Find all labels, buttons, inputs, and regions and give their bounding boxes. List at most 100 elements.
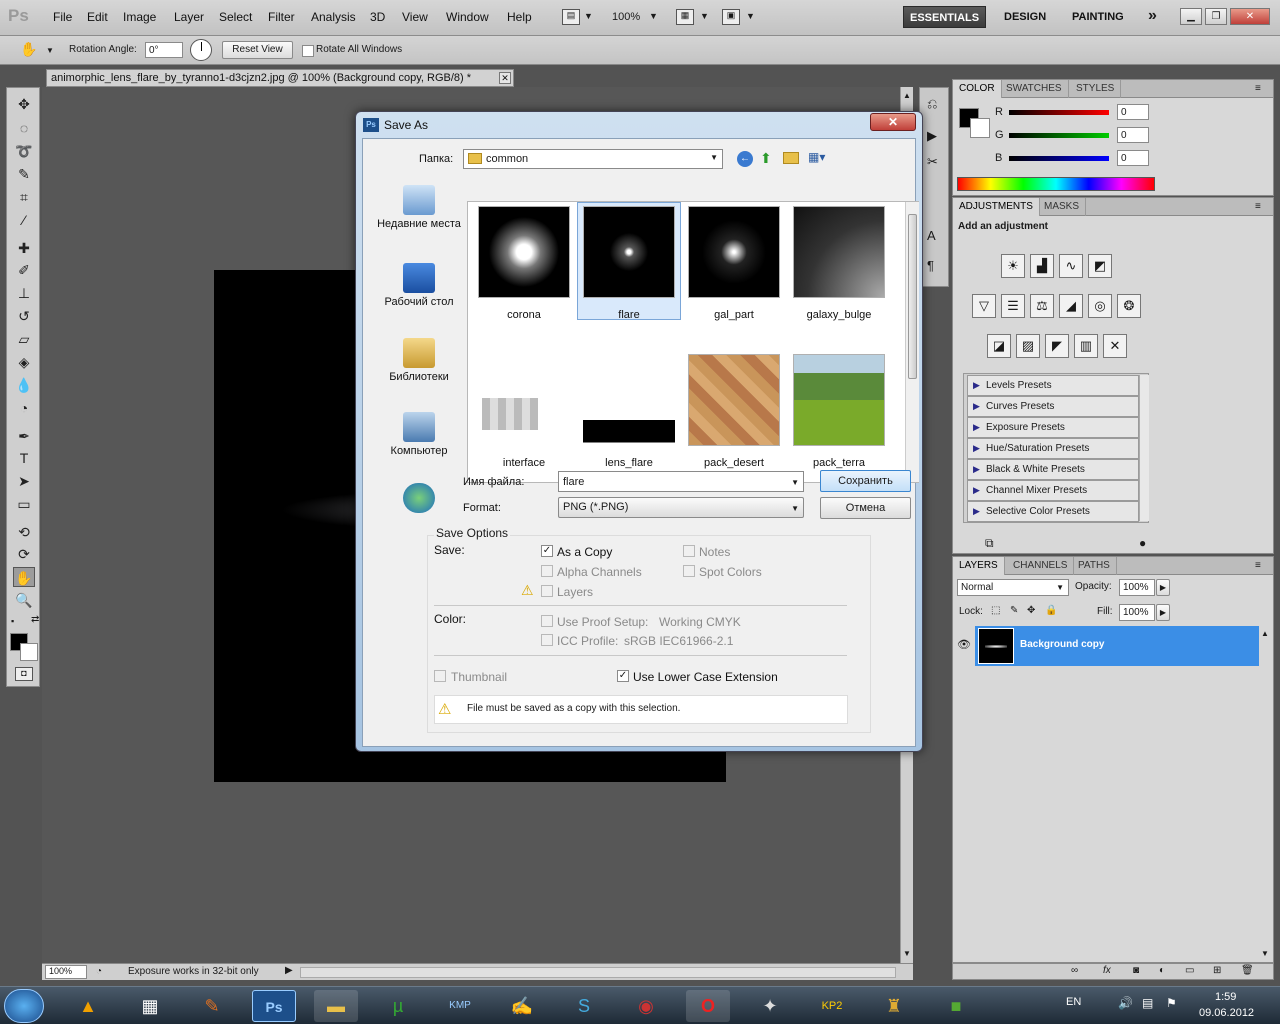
utorrent-icon[interactable]: µ [376,990,420,1022]
move-tool-icon[interactable]: ✥ [13,94,35,114]
arrange-icon[interactable]: ▦ [676,9,694,25]
eyedropper-tool-icon[interactable]: ⁄ [13,210,35,230]
status-zoom[interactable]: 100% [45,965,87,979]
status-info-icon[interactable]: ◔ [96,966,102,977]
more-workspaces-icon[interactable]: » [1148,7,1157,25]
gradient-map-icon[interactable]: ▥ [1074,334,1098,358]
fill-arrow-icon[interactable]: ▶ [1156,604,1170,621]
back-icon[interactable]: ← [737,151,753,167]
hue-saturation-icon[interactable]: ☰ [1001,294,1025,318]
photo-filter-icon[interactable]: ◎ [1088,294,1112,318]
alpha-channels-checkbox[interactable] [541,565,553,577]
thumbnail-checkbox[interactable] [434,670,446,682]
place-desktop[interactable]: Рабочий стол [371,263,467,308]
file-item-selected[interactable]: flare [577,202,681,321]
rotation-angle-input[interactable]: 0° [145,42,183,58]
lock-position-icon[interactable]: ✥ [1027,605,1035,616]
blur-tool-icon[interactable]: 💧 [13,375,35,395]
app2-icon[interactable]: ◉ [624,990,668,1022]
brightness-contrast-icon[interactable]: ☀ [1001,254,1025,278]
default-colors-icon[interactable]: ▪ [11,616,14,626]
type-tool-icon[interactable]: T [13,448,35,468]
menu-layer[interactable]: Layer [174,10,204,24]
lasso-tool-icon[interactable]: ➰ [13,141,35,161]
history-brush-tool-icon[interactable]: ↺ [13,306,35,326]
volume-icon[interactable]: 🔊 [1118,996,1133,1010]
menu-3d[interactable]: 3D [370,10,385,24]
file-item[interactable]: galaxy_bulge [787,206,891,324]
spot-colors-checkbox[interactable] [683,565,695,577]
preset-channel-mixer[interactable]: Channel Mixer Presets [967,480,1139,501]
hand-tool-icon[interactable]: ✋ [13,567,35,587]
character-icon[interactable]: A [927,228,936,243]
up-folder-icon[interactable]: ⬆ [760,150,772,167]
background-color[interactable] [20,643,38,661]
explorer-icon[interactable]: ▬ [314,990,358,1022]
exposure-icon[interactable]: ◩ [1088,254,1112,278]
calculator-icon[interactable]: ▦ [128,990,172,1022]
chevron-down-icon[interactable]: ▼ [746,11,755,21]
reset-view-button[interactable]: Reset View [222,41,293,59]
minimize-icon[interactable]: ▁ [1180,8,1202,25]
panel-menu-icon[interactable]: ≡ [1255,83,1261,94]
rotate-all-checkbox[interactable] [302,45,314,57]
lock-all-icon[interactable]: 🔒 [1045,605,1057,616]
notepad-icon[interactable]: ✍ [500,990,544,1022]
preset-levels[interactable]: Levels Presets [967,375,1139,396]
pen-tool-icon[interactable]: ✒ [13,426,35,446]
zoom-tool-icon[interactable]: 🔍 [13,590,35,610]
game2-icon[interactable]: ♜ [872,990,916,1022]
black-white-icon[interactable]: ◢ [1059,294,1083,318]
screen-mode-icon[interactable]: ▤ [562,9,580,25]
delete-layer-icon[interactable]: 🗑 [1241,965,1254,976]
invert-icon[interactable]: ◪ [987,334,1011,358]
place-computer[interactable]: Компьютер [371,412,467,457]
skype-icon[interactable]: S [562,990,606,1022]
cancel-button[interactable]: Отмена [820,497,911,519]
channel-r-input[interactable]: 0 [1117,104,1149,120]
menu-image[interactable]: Image [123,10,156,24]
brush-tool-icon[interactable]: ✐ [13,260,35,280]
channel-r-slider[interactable] [1009,110,1109,115]
network-tray-icon[interactable]: ▤ [1142,996,1153,1010]
actions-icon[interactable]: ▶ [927,128,937,144]
zoom-level[interactable]: 100% [612,11,640,23]
channel-g-slider[interactable] [1009,133,1109,138]
preset-exposure[interactable]: Exposure Presets [967,417,1139,438]
rotation-dial-icon[interactable] [190,39,212,61]
scroll-up-icon[interactable]: ▲ [1261,629,1269,638]
background-swatch[interactable] [970,118,990,138]
paragraph-icon[interactable]: ¶ [927,258,934,273]
levels-icon[interactable]: ▟ [1030,254,1054,278]
tab-swatches[interactable]: SWATCHES [1000,80,1069,98]
tab-color[interactable]: COLOR [953,80,1002,98]
kmplayer-icon[interactable]: KMP [438,990,482,1022]
tab-layers[interactable]: LAYERS [953,557,1005,575]
channel-mixer-icon[interactable]: ❂ [1117,294,1141,318]
path-select-tool-icon[interactable]: ➤ [13,471,35,491]
panel-menu-icon[interactable]: ≡ [1255,560,1261,571]
as-copy-checkbox[interactable]: ✓ [541,545,553,557]
close-document-icon[interactable]: ✕ [499,72,511,84]
document-tab[interactable]: animorphic_lens_flare_by_tyranno1-d3cjzn… [46,69,514,87]
swap-colors-icon[interactable]: ⇄ [31,614,39,625]
scrollbar-thumb[interactable] [908,214,917,379]
clip-to-layer-icon[interactable]: ⧉ [985,536,994,551]
eraser-tool-icon[interactable]: ▱ [13,329,35,349]
workspace-essentials[interactable]: ESSENTIALS [903,6,987,28]
3d-rotate-tool-icon[interactable]: ⟲ [13,522,35,542]
rotate-view-icon[interactable]: ✋ [20,41,37,58]
layer-row[interactable]: Background copy [975,626,1259,666]
color-balance-icon[interactable]: ⚖ [1030,294,1054,318]
file-item[interactable]: interface [472,354,576,472]
notes-checkbox[interactable] [683,545,695,557]
posterize-icon[interactable]: ▨ [1016,334,1040,358]
channel-g-input[interactable]: 0 [1117,127,1149,143]
view-menu-icon[interactable]: ▦▾ [808,150,825,164]
place-recent[interactable]: Недавние места [371,185,467,230]
filename-input[interactable]: flare ▼ [558,471,804,492]
place-libraries[interactable]: Библиотеки [371,338,467,383]
add-mask-icon[interactable]: ◙ [1133,965,1139,976]
lock-pixels-icon[interactable]: ✎ [1010,605,1018,616]
preset-curves[interactable]: Curves Presets [967,396,1139,417]
